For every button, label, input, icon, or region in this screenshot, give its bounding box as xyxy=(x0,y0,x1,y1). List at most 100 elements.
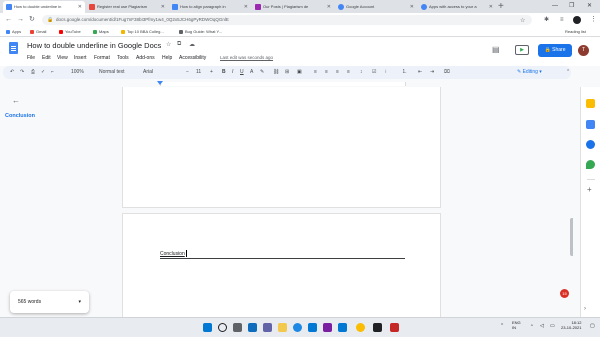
bookmark-maps[interactable]: Maps xyxy=(93,27,109,37)
close-tab-icon[interactable]: ✕ xyxy=(78,1,82,13)
mail-icon[interactable] xyxy=(338,323,347,332)
reading-list-button[interactable]: Reading list xyxy=(565,27,586,37)
close-tab-icon[interactable]: ✕ xyxy=(327,1,331,13)
back-icon[interactable]: ← xyxy=(5,14,12,26)
browser-tab-account[interactable]: Google Account ✕ xyxy=(335,1,417,13)
bookmark-gmail[interactable]: Gmail xyxy=(30,27,46,37)
close-tab-icon[interactable]: ✕ xyxy=(489,1,493,13)
spellcheck-icon[interactable]: ✓ xyxy=(41,66,45,79)
share-button[interactable]: 🔒 Share xyxy=(538,44,572,57)
redo-icon[interactable]: ↷ xyxy=(20,66,24,79)
align-left-icon[interactable]: ≡ xyxy=(314,66,317,79)
minimize-icon[interactable]: — xyxy=(552,0,558,13)
contacts-icon[interactable] xyxy=(586,140,595,149)
notifications-icon[interactable]: ▢ xyxy=(590,324,595,329)
style-select[interactable]: Normal text xyxy=(99,66,125,79)
menu-file[interactable]: File xyxy=(27,55,35,61)
document-page[interactable] xyxy=(122,87,441,208)
underline-icon[interactable]: U xyxy=(240,66,244,79)
maximize-icon[interactable]: ❐ xyxy=(569,0,574,13)
tasks-icon[interactable] xyxy=(586,120,595,129)
menu-tools[interactable]: Tools xyxy=(117,55,129,61)
menu-help[interactable]: Help xyxy=(162,55,172,61)
widgets-icon[interactable] xyxy=(248,323,257,332)
volume-icon[interactable]: ◁ xyxy=(540,324,544,329)
close-tab-icon[interactable]: ✕ xyxy=(244,1,248,13)
collapse-toolbar-icon[interactable]: ⌃ xyxy=(566,66,570,79)
conclusion-text[interactable]: Conclusion xyxy=(160,250,187,257)
bookmark-bba[interactable]: Top 10 BBA Colleg... xyxy=(121,27,164,37)
notification-badge[interactable]: 15 xyxy=(560,289,569,298)
extensions-icon[interactable]: ✱ xyxy=(544,14,549,26)
app-icon[interactable] xyxy=(390,323,399,332)
outline-back-arrow-icon[interactable]: ← xyxy=(12,96,20,105)
bookmark-apps[interactable]: Apps xyxy=(6,27,21,37)
clear-formatting-icon[interactable]: ⌧ xyxy=(444,66,450,79)
cloud-saved-icon[interactable]: ☁ xyxy=(189,41,195,48)
justify-icon[interactable]: ≡ xyxy=(347,66,350,79)
google-docs-logo-icon[interactable] xyxy=(9,42,18,54)
vertical-scrollbar[interactable] xyxy=(570,218,573,256)
decrease-indent-icon[interactable]: ⇤ xyxy=(418,66,422,79)
highlight-icon[interactable]: ✎ xyxy=(260,66,264,79)
increase-indent-icon[interactable]: ⇥ xyxy=(430,66,434,79)
browser-tab-posts[interactable]: Our Posts | Plagiarism de ✕ xyxy=(252,1,334,13)
move-folder-icon[interactable]: ⧉ xyxy=(177,41,181,48)
chrome-icon[interactable] xyxy=(356,323,365,332)
bold-icon[interactable]: B xyxy=(222,66,226,79)
browser-tab-apps-access[interactable]: Apps with access to your a ✕ xyxy=(418,1,496,13)
print-icon[interactable]: ⎙ xyxy=(31,66,35,79)
menu-insert[interactable]: Insert xyxy=(74,55,87,61)
account-avatar[interactable]: T xyxy=(578,45,589,56)
document-title[interactable]: How to double underline in Google Docs xyxy=(27,41,161,50)
increase-font-icon[interactable]: + xyxy=(210,66,213,79)
language-indicator[interactable]: ENG IN xyxy=(512,320,521,330)
bookmark-bug-guide[interactable]: Bug Guide: What Y... xyxy=(179,27,222,37)
menu-view[interactable]: View xyxy=(57,55,68,61)
menu-accessibility[interactable]: Accessibility xyxy=(179,55,206,61)
task-view-icon[interactable] xyxy=(233,323,242,332)
align-center-icon[interactable]: ≡ xyxy=(325,66,328,79)
teams-chat-icon[interactable] xyxy=(263,323,272,332)
profile-avatar[interactable] xyxy=(573,16,581,24)
font-select[interactable]: Arial xyxy=(143,66,153,79)
undo-icon[interactable]: ↶ xyxy=(10,66,14,79)
menu-dots-icon[interactable]: ⋮ xyxy=(590,14,597,26)
outline-item-conclusion[interactable]: Conclusion xyxy=(5,113,35,119)
app-icon[interactable] xyxy=(373,323,382,332)
star-icon[interactable]: ☆ xyxy=(520,15,525,27)
meet-button[interactable]: ▶ xyxy=(515,45,529,55)
insert-comment-icon[interactable]: ⊞ xyxy=(285,66,289,79)
edge-icon[interactable] xyxy=(293,323,302,332)
file-explorer-icon[interactable] xyxy=(278,323,287,332)
decrease-font-icon[interactable]: − xyxy=(186,66,189,79)
app-icon[interactable] xyxy=(323,323,332,332)
line-spacing-icon[interactable]: ↕ xyxy=(360,66,363,79)
browser-tab-docs[interactable]: How to double underline in ✕ xyxy=(3,1,85,13)
add-on-plus-icon[interactable]: + xyxy=(587,185,592,194)
chevron-down-icon[interactable]: ▾ xyxy=(78,291,81,313)
store-icon[interactable] xyxy=(308,323,317,332)
maps-icon[interactable] xyxy=(586,160,595,169)
editing-mode-select[interactable]: ✎ Editing ▾ xyxy=(511,68,563,77)
forward-icon[interactable]: → xyxy=(17,14,24,26)
reload-icon[interactable]: ↻ xyxy=(29,14,35,26)
browser-tab-align[interactable]: How to align paragraph in ✕ xyxy=(169,1,251,13)
wifi-icon[interactable]: ◔ xyxy=(530,324,533,329)
bulleted-list-icon[interactable]: ⁝ xyxy=(385,66,387,79)
url-field[interactable]: 🔒 docs.google.com/document/d/1Fug7nF38bI… xyxy=(42,15,532,25)
show-hidden-icons-icon[interactable]: ⌃ xyxy=(500,324,504,329)
word-count-panel[interactable]: 565 words ▾ xyxy=(10,291,89,313)
numbered-list-icon[interactable]: ⒈ xyxy=(402,66,407,79)
close-tab-icon[interactable]: ✕ xyxy=(410,1,414,13)
bookmark-youtube[interactable]: YouTube xyxy=(59,27,81,37)
align-right-icon[interactable]: ≡ xyxy=(336,66,339,79)
windows-start-icon[interactable] xyxy=(203,323,212,332)
checklist-icon[interactable]: ☑ xyxy=(372,66,376,79)
zoom-select[interactable]: 100% xyxy=(71,66,84,79)
insert-image-icon[interactable]: ▣ xyxy=(297,66,302,79)
new-tab-button[interactable]: + xyxy=(498,0,504,13)
search-icon[interactable] xyxy=(218,323,227,332)
browser-tab-plagiarism[interactable]: Register real use Plagiarism ✕ xyxy=(86,1,168,13)
menu-format[interactable]: Format xyxy=(94,55,110,61)
